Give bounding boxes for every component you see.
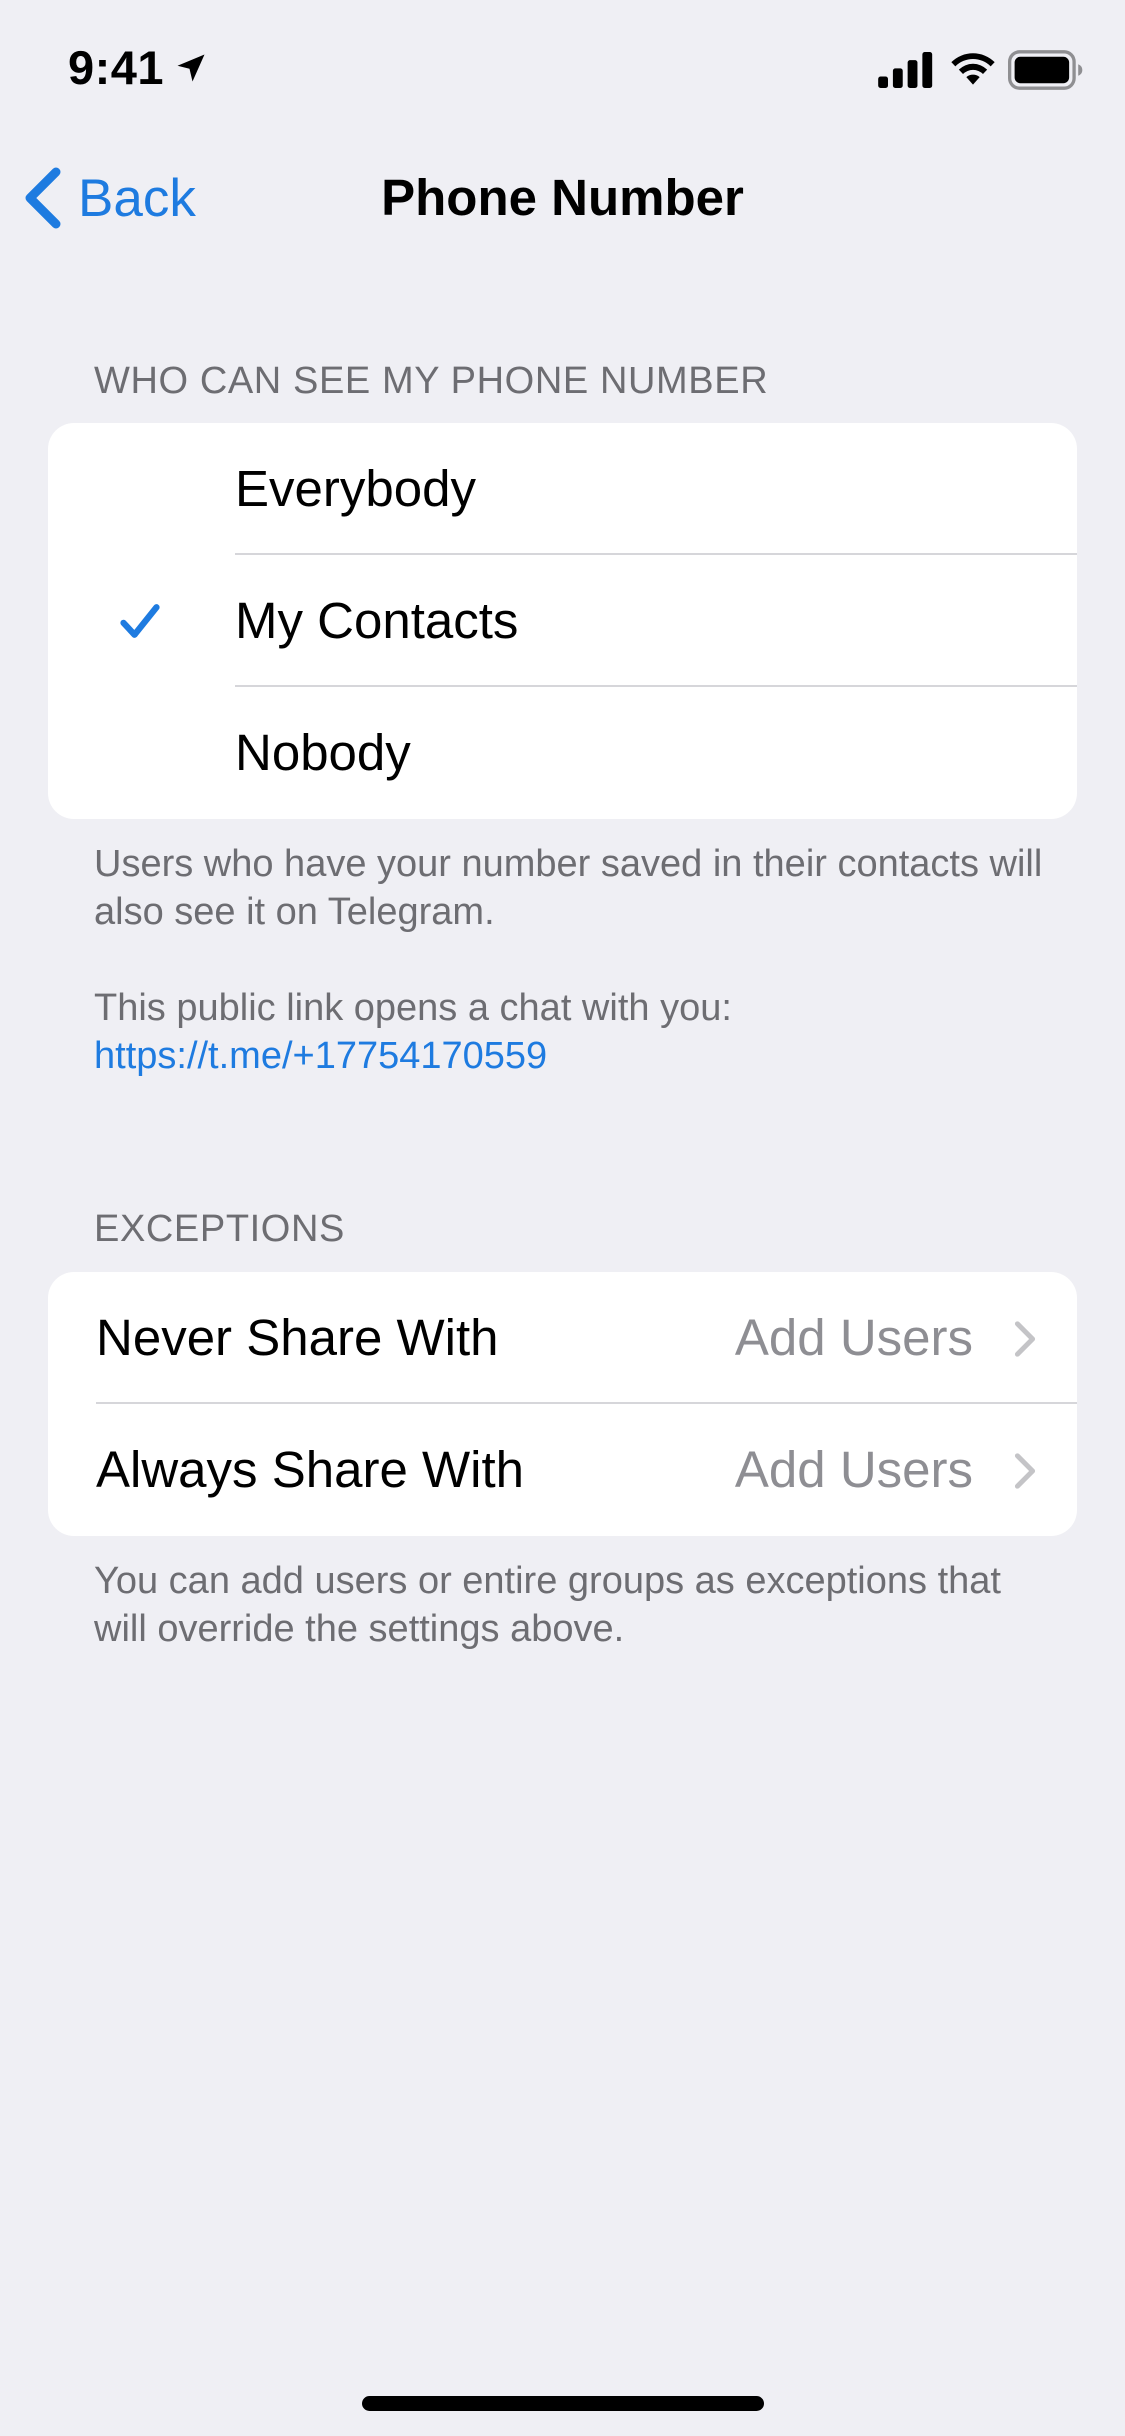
exceptions-group: Never Share With Add Users Always Share … bbox=[48, 1272, 1077, 1536]
location-arrow-icon bbox=[177, 54, 205, 82]
always-share-with-row[interactable]: Always Share With Add Users bbox=[48, 1404, 1077, 1536]
option-my-contacts[interactable]: My Contacts bbox=[48, 555, 1077, 687]
chevron-right-icon bbox=[1014, 1321, 1036, 1357]
option-label: Everybody bbox=[235, 460, 476, 517]
exceptions-section-header: EXCEPTIONS bbox=[94, 1208, 345, 1250]
exceptions-footer-note: You can add users or entire groups as ex… bbox=[94, 1560, 1001, 1650]
option-nobody[interactable]: Nobody bbox=[48, 687, 1077, 819]
home-indicator[interactable] bbox=[362, 2396, 764, 2411]
back-label: Back bbox=[78, 168, 196, 228]
option-everybody[interactable]: Everybody bbox=[48, 423, 1077, 555]
navigation-bar: Phone Number Back bbox=[0, 150, 1125, 246]
wifi-icon bbox=[951, 53, 995, 85]
row-label: Never Share With bbox=[96, 1309, 499, 1366]
chevron-right-icon bbox=[1014, 1453, 1036, 1489]
row-label: Always Share With bbox=[96, 1441, 524, 1498]
option-label: My Contacts bbox=[235, 592, 519, 649]
status-time: 9:41 bbox=[68, 41, 165, 94]
back-button[interactable]: Back bbox=[20, 150, 196, 246]
option-label: Nobody bbox=[235, 724, 411, 781]
public-link[interactable]: https://t.me/+17754170559 bbox=[94, 1032, 1054, 1080]
visibility-footer-note: Users who have your number saved in thei… bbox=[94, 843, 1043, 933]
phone-number-privacy-screen: 9:41 Phone Number Back WHO CAN SEE MY PH… bbox=[0, 0, 1125, 2436]
cellular-signal-icon bbox=[878, 52, 933, 88]
row-value: Add Users bbox=[734, 1309, 973, 1366]
row-value: Add Users bbox=[734, 1441, 973, 1498]
visibility-options-group: Everybody My Contacts Nobody bbox=[48, 423, 1077, 819]
chevron-left-icon bbox=[25, 167, 61, 229]
status-bar: 9:41 bbox=[0, 0, 1125, 135]
checkmark-icon bbox=[120, 604, 160, 638]
public-link-intro: This public link opens a chat with you: bbox=[94, 987, 732, 1029]
never-share-with-row[interactable]: Never Share With Add Users bbox=[48, 1272, 1077, 1404]
battery-icon bbox=[1008, 50, 1083, 90]
visibility-section-header: WHO CAN SEE MY PHONE NUMBER bbox=[94, 360, 769, 402]
